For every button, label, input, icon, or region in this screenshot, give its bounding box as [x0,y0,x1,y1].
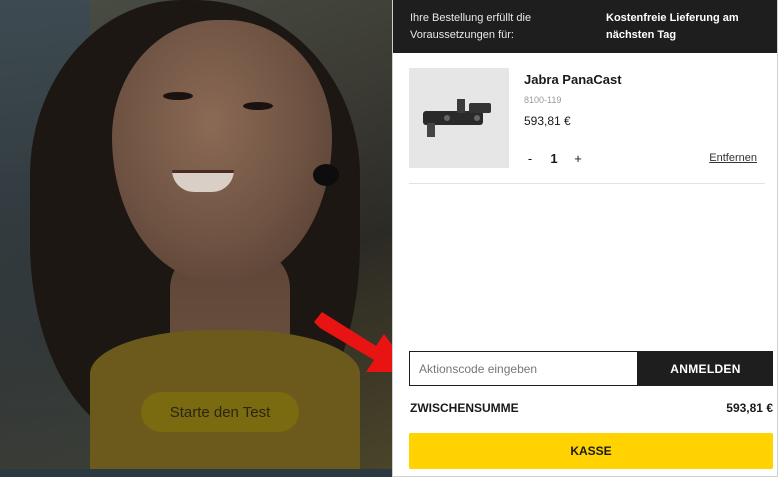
quantity-decrease-button[interactable]: - [524,151,536,166]
hero-image: Starte den Test [0,0,392,477]
promo-value: Kostenfreie Lieferung am nächsten Tag [606,11,739,41]
subtotal-label: ZWISCHENSUMME [410,401,519,415]
promo-label: Ihre Bestellung erfüllt die Voraussetzun… [410,11,532,41]
hero-eye-left [163,92,193,100]
quantity-increase-button[interactable]: + [572,151,584,166]
hero-bottom-strip [0,469,392,477]
camera-device-icon [423,99,491,137]
product-sku: 8100-119 [524,95,562,105]
start-test-button[interactable]: Starte den Test [141,392,299,432]
quantity-stepper: - 1 + [524,151,584,166]
hero-face [112,20,332,280]
remove-item-link[interactable]: Entfernen [709,152,757,164]
hero-eye-right [243,102,273,110]
earbud-icon [313,164,339,186]
subtotal-row: ZWISCHENSUMME 593,81 € [410,401,773,415]
product-image [409,68,509,168]
product-name: Jabra PanaCast [524,72,622,87]
product-price: 593,81 € [524,114,571,128]
subtotal-value: 593,81 € [726,401,773,415]
shipping-promo-bar: Ihre Bestellung erfüllt die Voraussetzun… [393,0,777,53]
quantity-value: 1 [550,151,558,166]
cart-panel: Ihre Bestellung erfüllt die Voraussetzun… [392,0,778,477]
coupon-code-input[interactable] [409,351,638,386]
cart-item: Jabra PanaCast 8100-119 593,81 € - 1 + E… [409,68,765,184]
checkout-button[interactable]: KASSE [409,433,773,469]
coupon-form: ANMELDEN [409,351,773,386]
apply-coupon-button[interactable]: ANMELDEN [638,351,773,386]
